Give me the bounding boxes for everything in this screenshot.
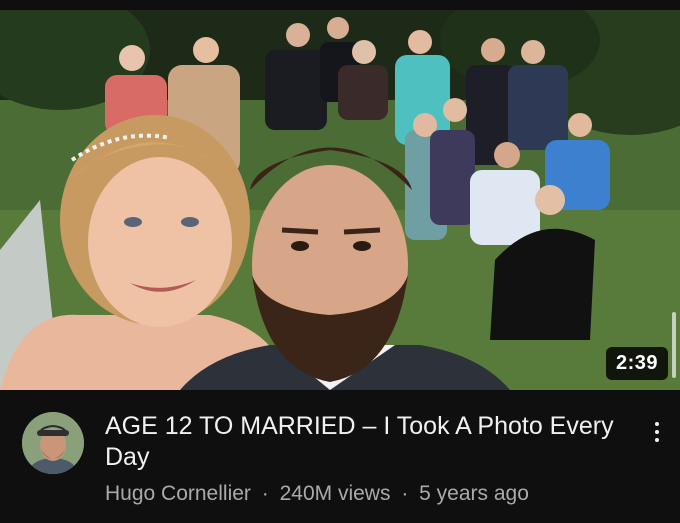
view-count: 240M views xyxy=(279,482,391,505)
channel-name[interactable]: Hugo Cornellier xyxy=(105,482,251,505)
upload-age: 5 years ago xyxy=(419,482,529,505)
avatar-image xyxy=(22,412,84,474)
more-vertical-icon[interactable] xyxy=(646,414,668,450)
video-title[interactable]: AGE 12 TO MARRIED – I Took A Photo Every… xyxy=(105,411,625,473)
video-metadata: Hugo Cornellier · 240M views · 5 years a… xyxy=(105,482,529,506)
video-duration-badge: 2:39 xyxy=(605,347,668,380)
channel-avatar[interactable] xyxy=(22,412,84,474)
video-info: AGE 12 TO MARRIED – I Took A Photo Every… xyxy=(0,390,680,523)
more-dot xyxy=(655,422,659,426)
more-dot xyxy=(655,438,659,442)
separator-dot: · xyxy=(261,482,269,505)
thumbnail-image xyxy=(0,10,680,390)
video-thumbnail[interactable]: 2:39 xyxy=(0,10,680,390)
separator-dot: · xyxy=(401,482,409,505)
scrollbar-thumb[interactable] xyxy=(672,312,676,378)
more-dot xyxy=(655,430,659,434)
top-strip xyxy=(0,0,680,10)
